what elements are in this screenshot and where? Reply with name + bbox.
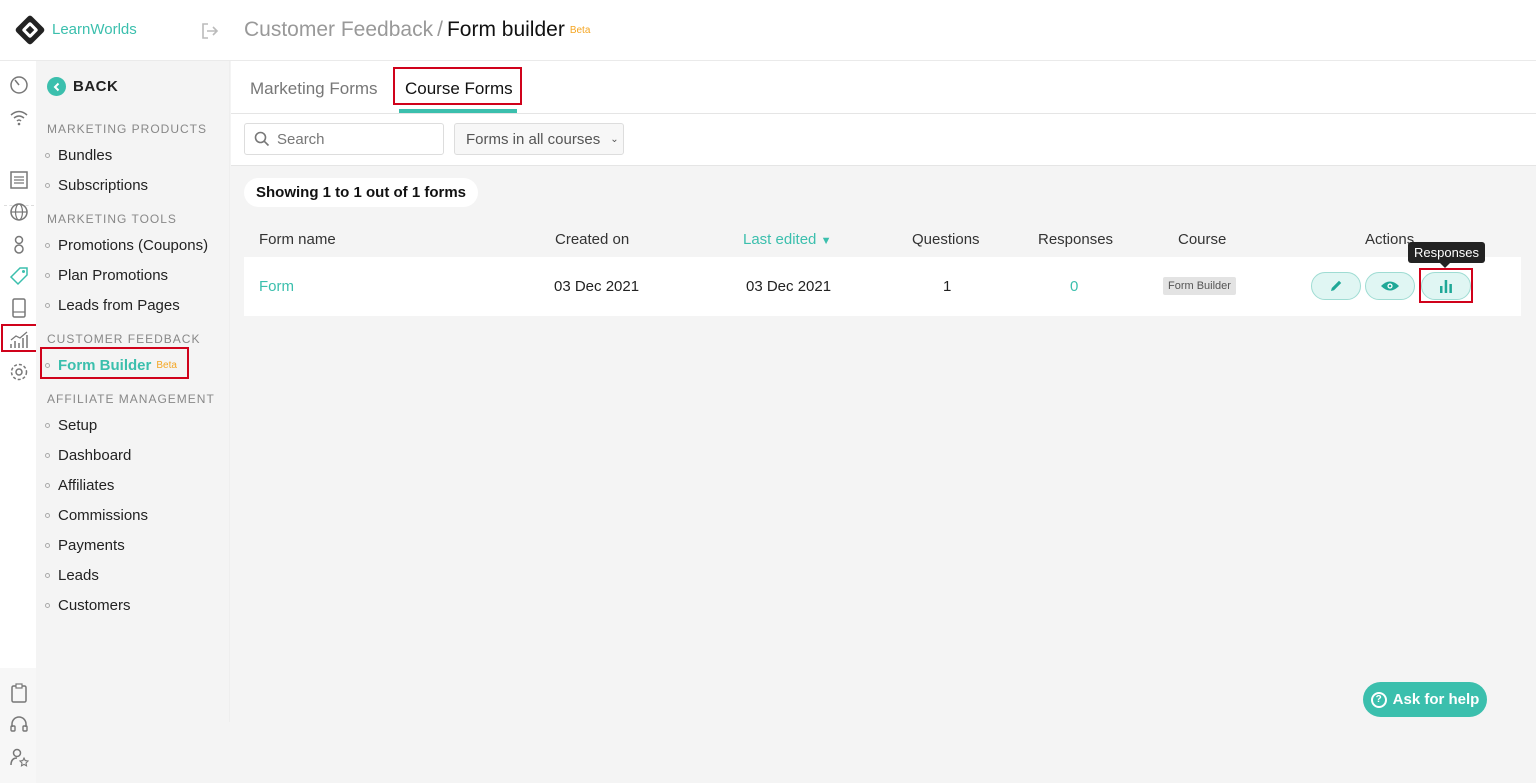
course-filter-value: Forms in all courses: [466, 130, 601, 148]
sidebar-item-setup[interactable]: Setup: [45, 417, 97, 434]
responses-tooltip: Responses: [1408, 242, 1486, 268]
sidebar-item-promotions[interactable]: Promotions (Coupons): [45, 237, 208, 254]
sidebar-item-bundles[interactable]: Bundles: [45, 147, 112, 164]
sidebar-item-leads-from-pages[interactable]: Leads from Pages: [45, 297, 180, 314]
beta-badge: Beta: [156, 360, 177, 371]
sidebar-item-subscriptions[interactable]: Subscriptions: [45, 177, 148, 194]
form-name-link[interactable]: Form: [259, 278, 294, 295]
sidebar-item-dashboard[interactable]: Dashboard: [45, 447, 131, 464]
col-questions[interactable]: Questions: [912, 231, 980, 248]
clipboard-icon[interactable]: [8, 682, 30, 704]
sidebar-item-commissions[interactable]: Commissions: [45, 507, 148, 524]
last-edited-cell: 03 Dec 2021: [746, 278, 832, 295]
sidebar-item-payments[interactable]: Payments: [45, 537, 125, 554]
table-row: Form 03 Dec 2021 03 Dec 2021 1 0 Form Bu…: [244, 257, 1521, 316]
col-form-name[interactable]: Form name: [259, 231, 336, 248]
learnworlds-logo-icon[interactable]: [14, 14, 46, 46]
responses-count-link[interactable]: 0: [1070, 278, 1078, 295]
col-created-on[interactable]: Created on: [555, 231, 629, 248]
col-course[interactable]: Course: [1178, 231, 1226, 248]
analytics-icon[interactable]: [8, 329, 30, 351]
section-marketing-tools: MARKETING TOOLS: [47, 212, 177, 226]
filter-bar: Forms in all courses ⌄: [231, 114, 1536, 166]
settings-icon[interactable]: [8, 361, 30, 383]
back-label: BACK: [73, 78, 119, 95]
question-icon: ?: [1370, 691, 1387, 708]
page-title: Customer Feedback / Form builder Beta: [244, 18, 590, 42]
users-icon[interactable]: [8, 233, 30, 255]
mobile-icon[interactable]: [8, 297, 30, 319]
breadcrumb-separator: /: [437, 18, 443, 41]
tab-bar: Marketing Forms Course Forms: [231, 61, 1536, 114]
back-button[interactable]: BACK: [47, 77, 118, 96]
sidebar-item-leads[interactable]: Leads: [45, 567, 99, 584]
sidebar-item-affiliates[interactable]: Affiliates: [45, 477, 114, 494]
sidebar-item-form-builder[interactable]: Form Builder Beta: [45, 357, 177, 374]
responses-button[interactable]: [1421, 272, 1471, 300]
table-header: Form name Created on Last edited ▼ Quest…: [244, 228, 1521, 252]
logout-icon[interactable]: [200, 22, 220, 40]
eye-icon: [1381, 281, 1399, 291]
sidebar-item-customers[interactable]: Customers: [45, 597, 131, 614]
breadcrumb-parent[interactable]: Customer Feedback: [244, 18, 433, 41]
edit-icon: [1331, 280, 1342, 291]
col-actions: Actions: [1365, 231, 1415, 248]
course-tag: Form Builder: [1163, 277, 1236, 295]
section-customer-feedback: CUSTOMER FEEDBACK: [47, 332, 201, 346]
ask-for-help-button[interactable]: ? Ask for help: [1363, 682, 1487, 717]
tag-icon[interactable]: [8, 265, 30, 287]
search-icon: [254, 131, 270, 147]
search-box[interactable]: [244, 123, 444, 155]
search-input[interactable]: [277, 129, 437, 149]
sidebar: BACK MARKETING PRODUCTS Bundles Subscrip…: [36, 61, 230, 722]
results-count: Showing 1 to 1 out of 1 forms: [244, 178, 478, 207]
beta-badge: Beta: [569, 24, 591, 36]
brand-name[interactable]: LearnWorlds: [52, 21, 137, 38]
pages-icon[interactable]: [8, 169, 30, 191]
tab-marketing-forms[interactable]: Marketing Forms: [250, 79, 378, 99]
section-marketing-products: MARKETING PRODUCTS: [47, 122, 208, 136]
breadcrumb-current: Form builder: [446, 18, 565, 41]
sidebar-item-plan-promotions[interactable]: Plan Promotions: [45, 267, 168, 284]
wifi-icon[interactable]: [8, 106, 30, 128]
back-arrow-icon: [47, 77, 66, 96]
icon-rail: [0, 61, 38, 783]
rail-bottom: [0, 668, 36, 783]
created-on-cell: 03 Dec 2021: [554, 278, 640, 295]
preview-button[interactable]: [1365, 272, 1415, 300]
user-star-icon[interactable]: [8, 746, 30, 768]
top-bar: LearnWorlds Customer Feedback / Form build…: [0, 0, 1536, 61]
col-responses[interactable]: Responses: [1038, 231, 1113, 248]
logo-area: LearnWorlds: [0, 0, 230, 61]
col-last-edited[interactable]: Last edited ▼: [743, 231, 831, 248]
tab-course-forms[interactable]: Course Forms: [405, 79, 513, 99]
chevron-down-icon: ⌄: [610, 133, 619, 145]
active-tab-indicator: [399, 109, 517, 113]
course-filter-select[interactable]: Forms in all courses ⌄: [454, 123, 624, 155]
bar-chart-icon: [1440, 280, 1452, 293]
speedometer-icon[interactable]: [8, 74, 30, 96]
questions-cell: 1: [943, 278, 952, 295]
ask-for-help-label: Ask for help: [1392, 691, 1480, 708]
globe-icon[interactable]: [8, 201, 30, 223]
edit-button[interactable]: [1311, 272, 1361, 300]
section-affiliate-management: AFFILIATE MANAGEMENT: [47, 392, 215, 406]
headset-icon[interactable]: [8, 714, 30, 736]
sort-desc-icon: ▼: [820, 235, 832, 247]
